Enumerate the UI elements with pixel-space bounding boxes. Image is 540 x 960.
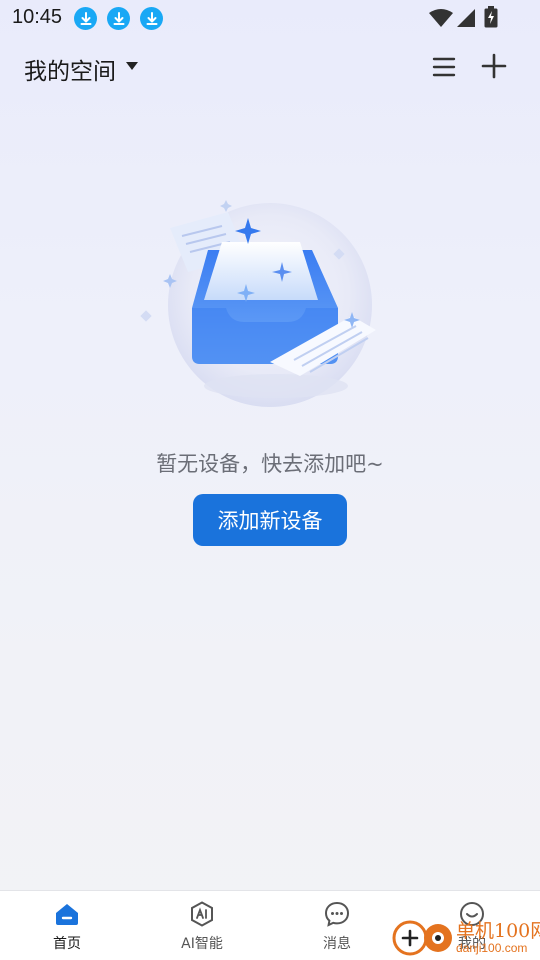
empty-inbox-illustration bbox=[140, 200, 376, 407]
nav-label-home: 首页 bbox=[53, 936, 81, 952]
header: 我的空间 bbox=[0, 44, 540, 90]
nav-item-messages[interactable]: 消息 bbox=[287, 891, 387, 960]
dropdown-caret-icon[interactable] bbox=[126, 62, 138, 70]
plus-icon[interactable] bbox=[480, 52, 508, 80]
home-icon bbox=[56, 904, 78, 925]
add-new-device-button[interactable]: 添加新设备 bbox=[193, 494, 347, 546]
menu-icon[interactable] bbox=[430, 54, 458, 80]
message-bubble-icon bbox=[324, 901, 350, 927]
watermark-logo-icon bbox=[392, 920, 452, 956]
watermark-name: 单机100网 bbox=[456, 920, 540, 942]
space-selector-title[interactable]: 我的空间 bbox=[24, 52, 116, 86]
nav-label-ai: AI智能 bbox=[181, 936, 223, 952]
ai-hexagon-icon bbox=[191, 901, 213, 927]
status-time: 10:45 bbox=[12, 6, 63, 28]
download-icon bbox=[140, 7, 163, 30]
empty-state-message: 暂无设备，快去添加吧~ bbox=[156, 452, 384, 476]
nav-label-messages: 消息 bbox=[323, 936, 351, 952]
battery-icon bbox=[484, 6, 498, 28]
watermark: 单机100网 danji100.com bbox=[392, 914, 540, 960]
watermark-url: danji100.com bbox=[456, 941, 528, 955]
nav-item-home[interactable]: 首页 bbox=[17, 891, 117, 960]
download-icon bbox=[107, 7, 130, 30]
status-bar: 10:45 bbox=[0, 0, 540, 36]
download-icon bbox=[74, 7, 97, 30]
wifi-icon bbox=[429, 9, 453, 27]
signal-icon bbox=[457, 9, 475, 27]
nav-item-ai[interactable]: AI智能 bbox=[152, 891, 252, 960]
